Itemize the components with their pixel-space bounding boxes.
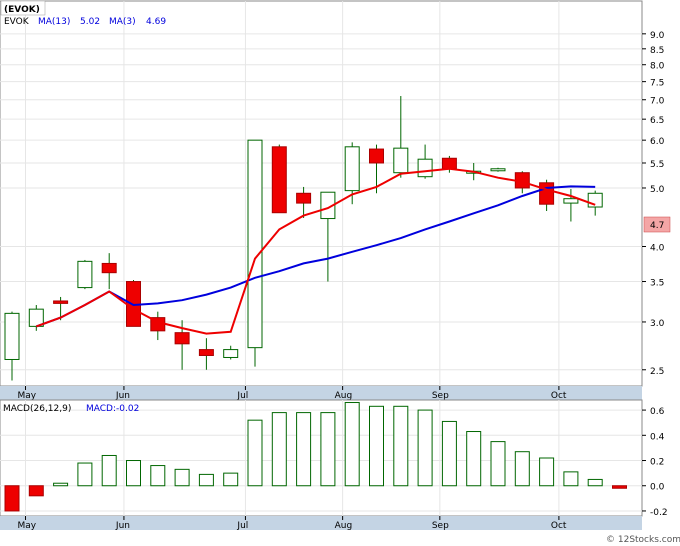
macd-bar (344, 402, 360, 487)
macd-bar (417, 409, 433, 487)
macd-bar-negative (28, 485, 44, 497)
macd-axis: -0.2 0.0 0.2 0.4 0.6 (642, 407, 668, 518)
legend-ma13-label: MA(13) (38, 17, 70, 27)
candle-up (563, 198, 579, 204)
macd-bar-negative (612, 485, 627, 489)
macd-bar (490, 441, 506, 487)
ticker-badge: (EVOK) (0, 0, 46, 16)
macd-bar (296, 412, 312, 487)
macd-bar (320, 412, 336, 487)
candle-up (247, 139, 263, 349)
price-tick-label: 6.0 (650, 137, 665, 147)
candle-up (393, 147, 409, 174)
macd-bar (198, 473, 214, 487)
legend-ticker: EVOK (4, 17, 30, 27)
price-tick-label: 5.0 (650, 185, 665, 195)
macd-month-label-oct: Oct (551, 521, 567, 531)
candle-up (4, 312, 20, 360)
macd-month-label-jun: Jun (115, 521, 130, 531)
candle-up (587, 192, 603, 208)
price-tick-label: 8.5 (650, 46, 664, 56)
price-axis: 2.5 3.0 3.5 4.0 5.0 5.5 6.0 6.5 7.0 7.5 8.0 8.5 9.0 (642, 31, 665, 377)
macd-bar (441, 420, 457, 487)
candle-down (369, 148, 384, 164)
macd-bar (539, 457, 555, 487)
candle-down (271, 146, 287, 214)
macd-month-label-may: May (18, 521, 37, 531)
price-tick-label: 4.0 (650, 244, 665, 254)
macd-tick-label: 0.6 (650, 407, 665, 417)
credit-text: © 12Stocks.com (606, 535, 680, 545)
macd-tick-label: 0.4 (650, 432, 665, 442)
price-tick-label: 9.0 (650, 31, 665, 41)
price-tick-label: 3.5 (650, 279, 664, 289)
candle-down (53, 300, 69, 304)
macd-month-label-sep: Sep (432, 521, 449, 531)
candle-up (490, 168, 506, 172)
macd-tick-label: -0.2 (650, 508, 668, 518)
macd-bar (247, 419, 263, 487)
chart-canvas: 2.53.03.54.05.05.56.06.57.07.58.08.59.0 … (0, 0, 680, 545)
price-tick-label: 2.5 (650, 367, 664, 377)
candle-down (296, 192, 312, 204)
macd-bar (77, 462, 93, 487)
candle-down (198, 349, 214, 356)
macd-bar (587, 478, 603, 487)
price-tick-label: 7.5 (650, 79, 664, 89)
macd-bar-negative (4, 485, 20, 512)
price-tick-label: 6.5 (650, 116, 664, 126)
macd-bar (369, 405, 384, 487)
price-tick-label: 3.0 (650, 319, 665, 329)
macd-bar (174, 468, 190, 487)
price-tag: 4.7 (643, 216, 671, 233)
legend-ma13-value: 5.02 (80, 17, 100, 27)
macd-bar (271, 412, 287, 487)
candle-up (344, 146, 360, 192)
macd-tick-label: 0.0 (650, 483, 665, 493)
legend-ma3-label: MA(3) (109, 17, 136, 27)
macd-bar (514, 451, 530, 487)
candle-down (101, 262, 117, 274)
macd-tick-label: 0.2 (650, 458, 664, 468)
candle-down (174, 332, 190, 345)
macd-bar (466, 431, 482, 487)
ticker-badge-text: (EVOK) (4, 5, 40, 15)
macd-bar (563, 471, 579, 487)
macd-bar (126, 460, 141, 487)
candle-down (539, 182, 555, 205)
macd-legend-value: MACD:-0.02 (86, 404, 139, 414)
candle-up (223, 349, 239, 358)
price-tag-text: 4.7 (650, 221, 664, 231)
candle-down (441, 157, 457, 170)
macd-month-label-aug: Aug (335, 521, 353, 531)
candle-up (417, 158, 433, 178)
price-tick-label: 8.0 (650, 62, 665, 72)
price-tick-label: 5.5 (650, 160, 664, 170)
legend-ma3-value: 4.69 (146, 17, 166, 27)
macd-bar (150, 465, 166, 487)
macd-bar (101, 454, 117, 487)
macd-month-strip (0, 516, 642, 530)
macd-legend: MACD(26,12,9) MACD:-0.02 (3, 404, 139, 414)
macd-bar (223, 472, 239, 487)
macd-legend-params: MACD(26,12,9) (3, 404, 71, 414)
macd-bar (393, 405, 409, 487)
price-month-strip (0, 386, 642, 400)
price-tick-label: 7.0 (650, 97, 665, 107)
candle-up (77, 260, 93, 289)
macd-month-label-jul: Jul (236, 521, 248, 531)
macd-bar (53, 482, 69, 487)
stock-chart: 2.5 3.0 3.5 4.0 5.0 5.5 6.0 6.5 7.0 7.5 8.0 8.5 9.0 … (0, 0, 680, 546)
